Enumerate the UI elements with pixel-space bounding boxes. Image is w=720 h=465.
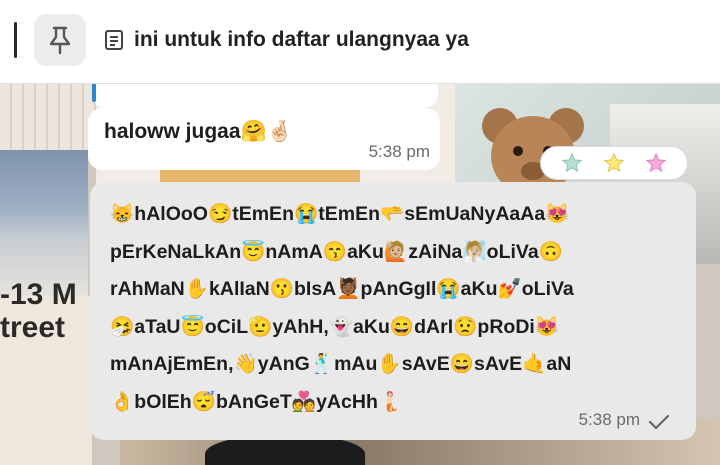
message-line: 😸hAlOoO😏tEmEn😭tEmEn🫳sEmUaNyAaAa😻 — [110, 203, 570, 225]
message-timestamp: 5:38 pm — [368, 142, 430, 161]
pin-indicator — [14, 22, 17, 58]
pinned-message-bar[interactable]: ini untuk info daftar ulangnyaa ya — [0, 0, 720, 84]
unpin-button[interactable] — [34, 14, 86, 66]
wallpaper-tiles — [0, 84, 96, 154]
message-line: 👌bOlEh😴bAnGeT💑yAcHh🧜🏻 — [110, 390, 403, 413]
message-bubble-outgoing[interactable]: 😸hAlOoO😏tEmEn😭tEmEn🫳sEmUaNyAaAa😻 pErKeNa… — [90, 182, 696, 440]
message-line: 🤧aTaU😇oCiL🫡yAhH,👻aKu😄dArI😟pRoDi😻 — [110, 315, 560, 338]
message-line: rAhMaN✋kAlIaN😗bIsA💆🏾pAnGgIl😭aKu💅oLiVa — [110, 278, 574, 300]
pin-icon — [49, 26, 71, 55]
message-timestamp: 5:38 pm — [578, 410, 640, 429]
message-bubble-incoming[interactable]: haloww jugaa🤗🤞🏻 5:38 pm — [88, 108, 440, 170]
message-text: haloww jugaa🤗🤞🏻 — [104, 120, 293, 143]
wallpaper-street-text: -13 M treet — [0, 278, 77, 344]
document-icon — [105, 30, 123, 50]
green-star-icon — [561, 152, 583, 173]
yellow-star-icon — [603, 152, 625, 173]
message-reactions[interactable] — [540, 146, 688, 180]
pinned-message-text: ini untuk info daftar ulangnyaa ya — [134, 28, 469, 51]
message-line: mAnAjEmEn,👋yAnG🕺mAu✋sAvE😄sAvE🤙aN — [110, 353, 572, 375]
pink-star-icon — [645, 152, 667, 173]
sent-check-icon — [648, 414, 670, 430]
message-text: 😸hAlOoO😏tEmEn😭tEmEn🫳sEmUaNyAaAa😻 pErKeNa… — [110, 196, 574, 421]
pinned-message-preview[interactable]: ini untuk info daftar ulangnyaa ya — [104, 28, 469, 52]
message-line: pErKeNaLkAn😇nAmA😙aKu🙋🏼zAiNa🧖🏼oLiVa🙃 — [110, 240, 563, 263]
previous-message-bubble[interactable] — [92, 84, 438, 108]
reply-accent-bar — [92, 84, 96, 102]
